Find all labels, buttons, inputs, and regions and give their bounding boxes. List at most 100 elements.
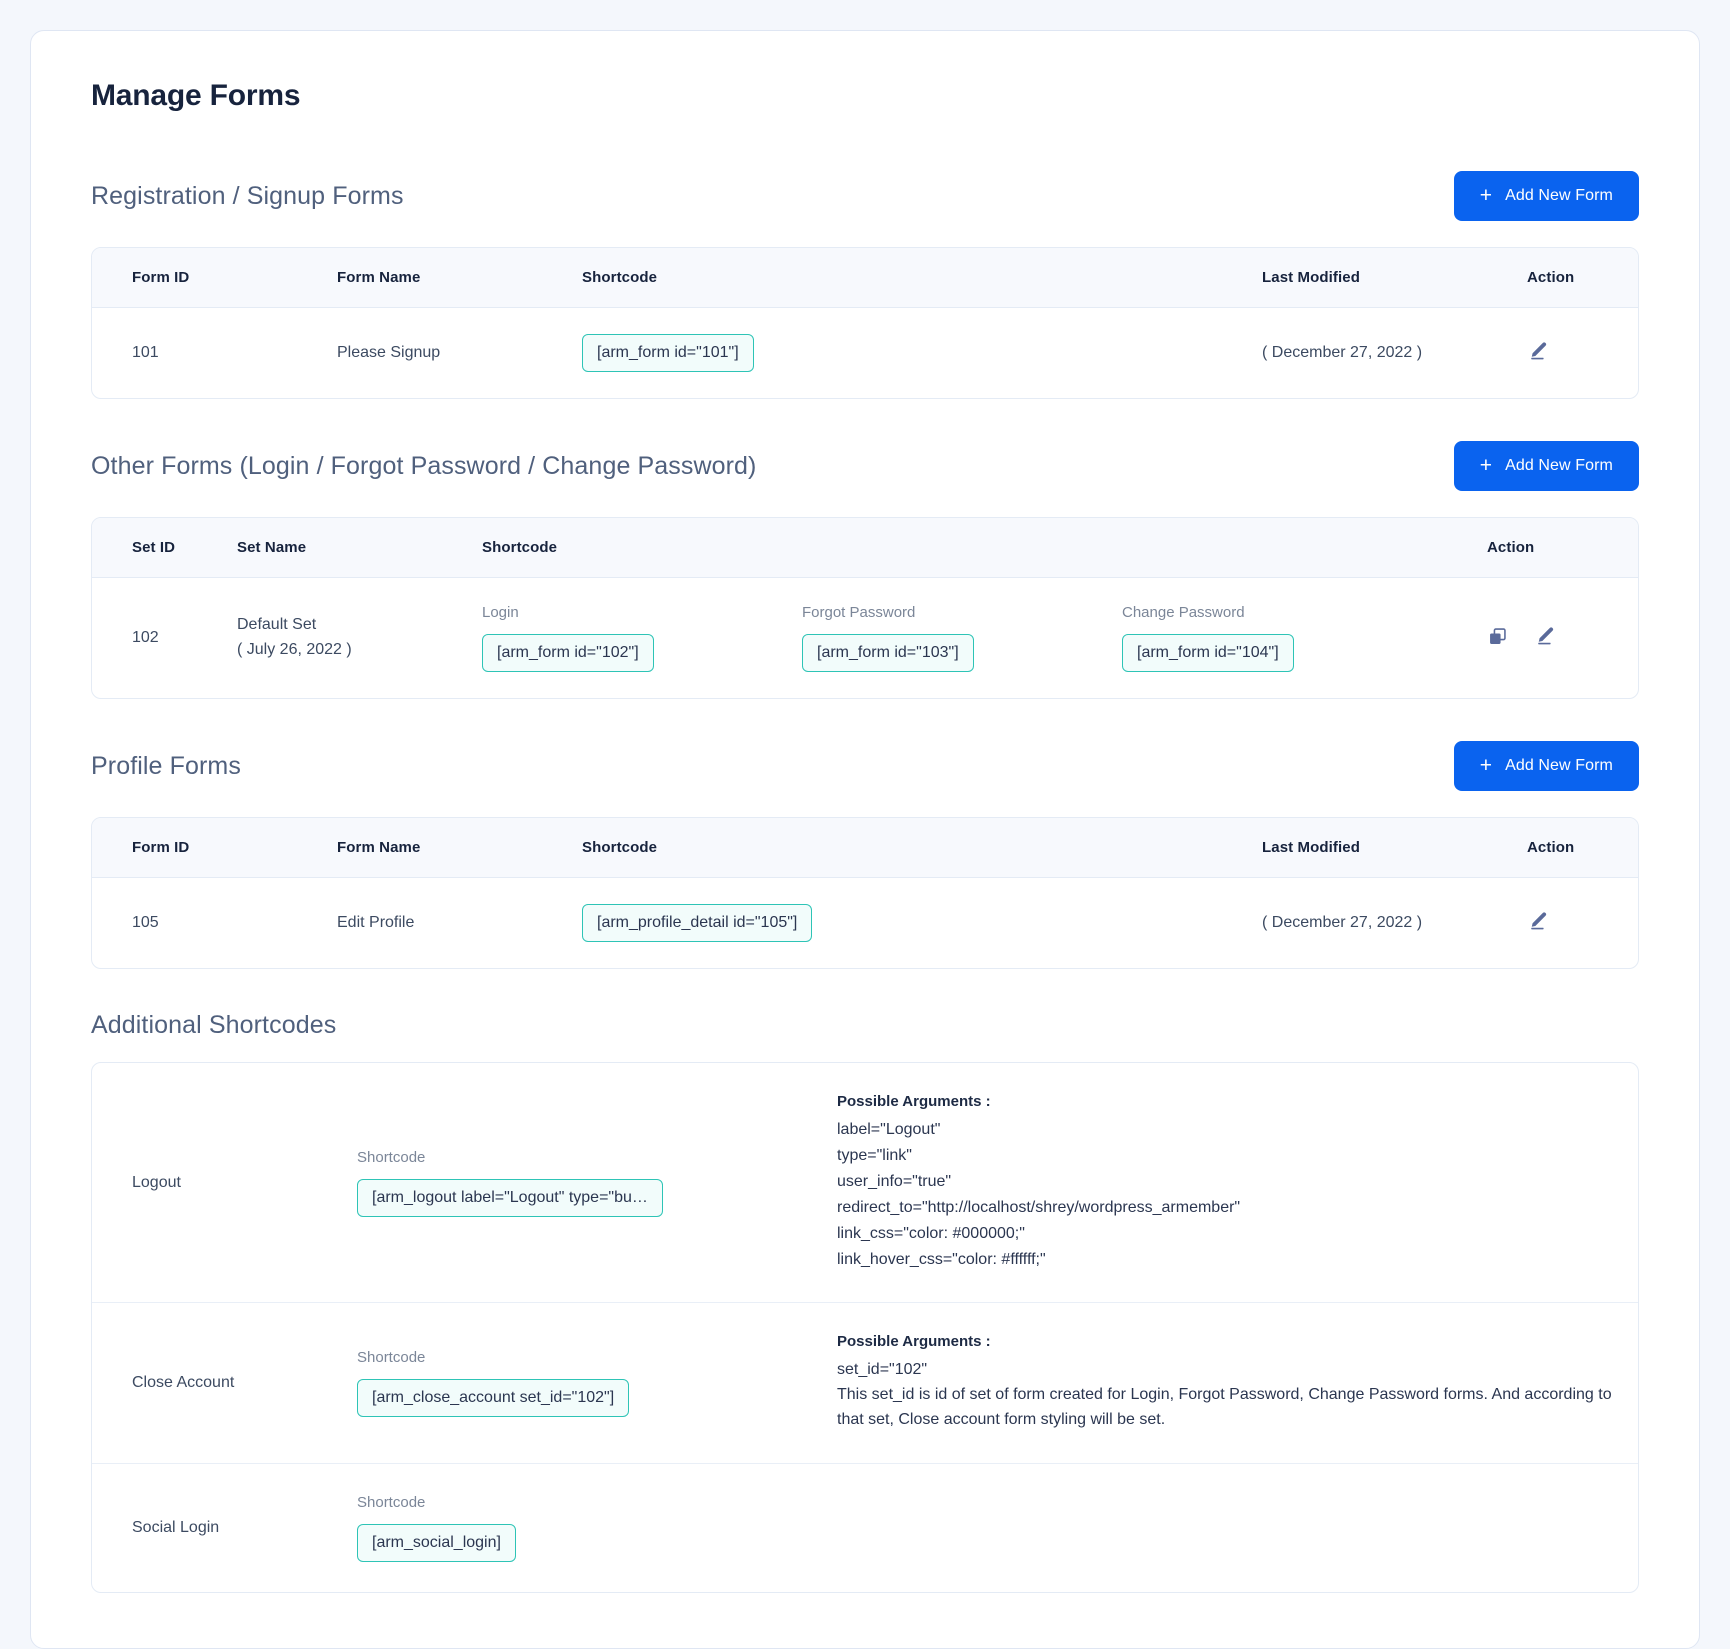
argument-line: set_id="102" bbox=[837, 1361, 928, 1379]
table-row: 102 Default Set ( July 26, 2022 ) Login … bbox=[92, 578, 1638, 699]
pencil-icon bbox=[1527, 340, 1549, 362]
other-forms-section-header: Other Forms (Login / Forgot Password / C… bbox=[91, 441, 1639, 491]
pencil-icon bbox=[1534, 625, 1556, 647]
column-header-shortcode: Shortcode bbox=[582, 248, 1262, 308]
additional-shortcode-row-logout: Logout Shortcode [arm_logout label="Logo… bbox=[92, 1063, 1638, 1304]
additional-shortcodes-table: Logout Shortcode [arm_logout label="Logo… bbox=[92, 1063, 1638, 1592]
cell-set-name: Default Set ( July 26, 2022 ) bbox=[237, 578, 482, 699]
shortcode-box-social-login[interactable]: [arm_social_login] bbox=[357, 1523, 516, 1562]
other-forms-section-title: Other Forms (Login / Forgot Password / C… bbox=[91, 451, 757, 480]
duplicate-button[interactable] bbox=[1487, 626, 1508, 647]
cell-action bbox=[1487, 578, 1638, 699]
cell-shortcode: [arm_form id="101"] bbox=[582, 308, 1262, 399]
additional-shortcodes-section-header: Additional Shortcodes bbox=[91, 1011, 1639, 1040]
registration-table: Form ID Form Name Shortcode Last Modifie… bbox=[92, 248, 1638, 398]
shortcode-box-login[interactable]: [arm_form id="102"] bbox=[482, 634, 654, 672]
table-row: 105 Edit Profile [arm_profile_detail id=… bbox=[92, 878, 1638, 969]
add-new-form-button-registration[interactable]: + Add New Form bbox=[1453, 171, 1639, 221]
shortcode-item-change-password: Change Password [arm_form id="104"] bbox=[1122, 604, 1442, 672]
arguments-cell-close-account: Possible Arguments : set_id="102" This s… bbox=[837, 1302, 1638, 1464]
column-header-action: Action bbox=[1527, 818, 1638, 878]
cell-last-modified: ( December 27, 2022 ) bbox=[1262, 344, 1423, 361]
arguments-cell-logout: Possible Arguments : label="Logout" type… bbox=[837, 1063, 1638, 1304]
column-header-set-id: Set ID bbox=[92, 518, 237, 578]
column-header-shortcode: Shortcode bbox=[482, 518, 1487, 578]
shortcode-box-forgot-password[interactable]: [arm_form id="103"] bbox=[802, 634, 974, 672]
other-forms-table: Set ID Set Name Shortcode Action 102 Def… bbox=[92, 518, 1638, 698]
shortcode-box[interactable]: [arm_profile_detail id="105"] bbox=[582, 904, 813, 942]
pencil-icon bbox=[1527, 910, 1549, 932]
argument-line: type="link" bbox=[837, 1146, 912, 1164]
column-header-last-modified: Last Modified bbox=[1262, 248, 1527, 308]
registration-table-wrapper: Form ID Form Name Shortcode Last Modifie… bbox=[91, 247, 1639, 399]
possible-arguments-title: Possible Arguments : bbox=[837, 1333, 991, 1351]
profile-forms-section-title: Profile Forms bbox=[91, 751, 241, 780]
shortcode-item-login: Login [arm_form id="102"] bbox=[482, 604, 802, 672]
plus-icon: + bbox=[1479, 753, 1493, 777]
cell-action bbox=[1527, 308, 1638, 399]
edit-button[interactable] bbox=[1527, 340, 1549, 362]
column-header-form-id: Form ID bbox=[92, 248, 337, 308]
shortcode-sublabel: Shortcode bbox=[357, 1349, 426, 1367]
shortcode-box[interactable]: [arm_form id="101"] bbox=[582, 334, 754, 372]
other-forms-table-wrapper: Set ID Set Name Shortcode Action 102 Def… bbox=[91, 517, 1639, 699]
shortcode-sublabel: Shortcode bbox=[357, 1148, 426, 1166]
shortcode-item-forgot-password: Forgot Password [arm_form id="103"] bbox=[802, 604, 1122, 672]
cell-action bbox=[1527, 878, 1638, 969]
page-container: Manage Forms Registration / Signup Forms… bbox=[0, 0, 1730, 1649]
arguments-cell-social-login bbox=[837, 1463, 1638, 1592]
page-title: Manage Forms bbox=[91, 79, 301, 112]
add-new-form-label: Add New Form bbox=[1505, 187, 1613, 204]
shortcode-name-social-login: Social Login bbox=[132, 1518, 220, 1536]
table-header-row: Set ID Set Name Shortcode Action bbox=[92, 518, 1638, 578]
plus-icon: + bbox=[1479, 453, 1493, 477]
column-header-last-modified: Last Modified bbox=[1262, 818, 1527, 878]
manage-forms-card: Manage Forms Registration / Signup Forms… bbox=[30, 30, 1700, 1649]
registration-section-header: Registration / Signup Forms + Add New Fo… bbox=[91, 171, 1639, 221]
argument-line: link_css="color: #000000;" bbox=[837, 1224, 1025, 1242]
argument-description: This set_id is id of set of form created… bbox=[837, 1386, 1612, 1429]
shortcode-sublabel-forgot-password: Forgot Password bbox=[802, 604, 916, 621]
table-row: 101 Please Signup [arm_form id="101"] ( … bbox=[92, 308, 1638, 399]
shortcode-cell-social-login: Shortcode [arm_social_login] bbox=[357, 1463, 837, 1592]
cell-shortcodes-group: Login [arm_form id="102"] Forgot Passwor… bbox=[482, 578, 1487, 699]
column-header-action: Action bbox=[1527, 248, 1638, 308]
additional-shortcode-row-social-login: Social Login Shortcode [arm_social_login… bbox=[92, 1463, 1638, 1592]
add-new-form-label: Add New Form bbox=[1505, 457, 1613, 474]
add-new-form-button-other-forms[interactable]: + Add New Form bbox=[1453, 441, 1639, 491]
shortcode-box-close-account[interactable]: [arm_close_account set_id="102"] bbox=[357, 1379, 630, 1418]
additional-shortcodes-section-title: Additional Shortcodes bbox=[91, 1011, 337, 1039]
column-header-form-name: Form Name bbox=[337, 818, 582, 878]
argument-line: label="Logout" bbox=[837, 1121, 941, 1138]
column-header-shortcode: Shortcode bbox=[582, 818, 1262, 878]
profile-forms-table-wrapper: Form ID Form Name Shortcode Last Modifie… bbox=[91, 817, 1639, 969]
column-header-form-name: Form Name bbox=[337, 248, 582, 308]
plus-icon: + bbox=[1479, 183, 1493, 207]
shortcode-sublabel: Shortcode bbox=[357, 1493, 426, 1511]
shortcode-name-close-account: Close Account bbox=[92, 1302, 357, 1464]
additional-shortcodes-wrapper: Logout Shortcode [arm_logout label="Logo… bbox=[91, 1062, 1639, 1593]
profile-forms-section-header: Profile Forms + Add New Form bbox=[91, 741, 1639, 791]
edit-button[interactable] bbox=[1534, 625, 1556, 647]
cell-form-id: 101 bbox=[132, 344, 159, 361]
shortcode-cell-logout: Shortcode [arm_logout label="Logout" typ… bbox=[357, 1063, 837, 1304]
add-new-form-button-profile-forms[interactable]: + Add New Form bbox=[1453, 741, 1639, 791]
cell-form-id: 105 bbox=[132, 914, 159, 931]
column-header-form-id: Form ID bbox=[92, 818, 337, 878]
shortcode-sublabel-login: Login bbox=[482, 604, 519, 621]
edit-button[interactable] bbox=[1527, 910, 1549, 932]
cell-set-id: 102 bbox=[132, 629, 159, 646]
set-date-text: ( July 26, 2022 ) bbox=[237, 641, 352, 658]
table-header-row: Form ID Form Name Shortcode Last Modifie… bbox=[92, 248, 1638, 308]
shortcode-box-change-password[interactable]: [arm_form id="104"] bbox=[1122, 634, 1294, 672]
copy-icon bbox=[1487, 626, 1508, 647]
cell-shortcode: [arm_profile_detail id="105"] bbox=[582, 878, 1262, 969]
shortcode-box-logout[interactable]: [arm_logout label="Logout" type="bu… bbox=[357, 1178, 663, 1217]
argument-line: redirect_to="http://localhost/shrey/word… bbox=[837, 1198, 1241, 1216]
table-header-row: Form ID Form Name Shortcode Last Modifie… bbox=[92, 818, 1638, 878]
additional-shortcode-row-close-account: Close Account Shortcode [arm_close_accou… bbox=[92, 1302, 1638, 1464]
column-header-set-name: Set Name bbox=[237, 518, 482, 578]
possible-arguments-title: Possible Arguments : bbox=[837, 1093, 991, 1110]
cell-form-name: Please Signup bbox=[337, 344, 441, 361]
shortcode-cell-close-account: Shortcode [arm_close_account set_id="102… bbox=[357, 1302, 837, 1464]
